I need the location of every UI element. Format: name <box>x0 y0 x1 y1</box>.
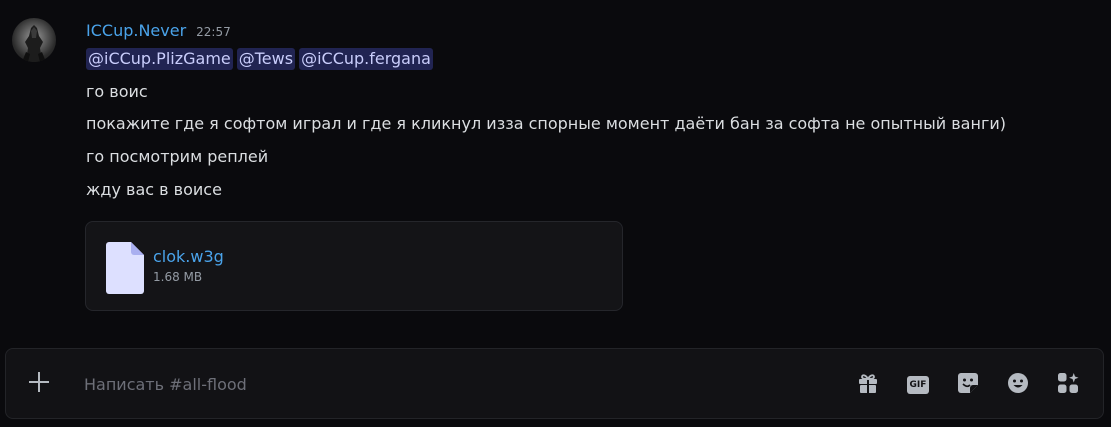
avatar-image <box>22 25 46 62</box>
file-icon <box>106 242 144 298</box>
file-attachment: clok.w3g 1.68 MB <box>85 221 623 311</box>
plus-icon <box>28 371 50 397</box>
message-text-line: го воис <box>86 82 148 101</box>
gift-icon <box>857 372 879 398</box>
message-text-line: жду вас в воисе <box>86 180 222 199</box>
gif-icon: GIF <box>907 376 929 394</box>
emoji-button[interactable] <box>1006 373 1030 397</box>
avatar[interactable] <box>12 18 56 62</box>
file-size: 1.68 MB <box>153 270 203 284</box>
timestamp: 22:57 <box>196 25 231 39</box>
message-header: ICCup.Never 22:57 <box>86 21 231 43</box>
mention[interactable]: @Tews <box>236 48 296 70</box>
gift-button[interactable] <box>856 373 880 397</box>
file-name-link[interactable]: clok.w3g <box>153 247 224 266</box>
mention[interactable]: @iCCup.PlizGame <box>86 48 233 70</box>
apps-button[interactable] <box>1056 373 1080 397</box>
username[interactable]: ICCup.Never <box>86 21 186 40</box>
gif-button[interactable]: GIF <box>906 373 930 397</box>
emoji-icon <box>1007 372 1029 398</box>
sticker-button[interactable] <box>956 373 980 397</box>
message-text-line: го посмотрим реплей <box>86 147 269 166</box>
chat-message: ICCup.Never 22:57 @iCCup.PlizGame @Tews … <box>0 0 1111 330</box>
message-input[interactable] <box>84 369 824 399</box>
message-text-line: покажите где я софтом играл и где я клик… <box>86 114 1006 133</box>
mentions-row: @iCCup.PlizGame @Tews @iCCup.fergana <box>86 48 433 70</box>
chat-view: ICCup.Never 22:57 @iCCup.PlizGame @Tews … <box>0 0 1111 427</box>
apps-icon <box>1057 372 1079 398</box>
sticker-icon <box>957 372 979 398</box>
message-composer: GIF <box>5 348 1104 419</box>
add-attachment-button[interactable] <box>26 371 52 397</box>
mention[interactable]: @iCCup.fergana <box>299 48 433 70</box>
